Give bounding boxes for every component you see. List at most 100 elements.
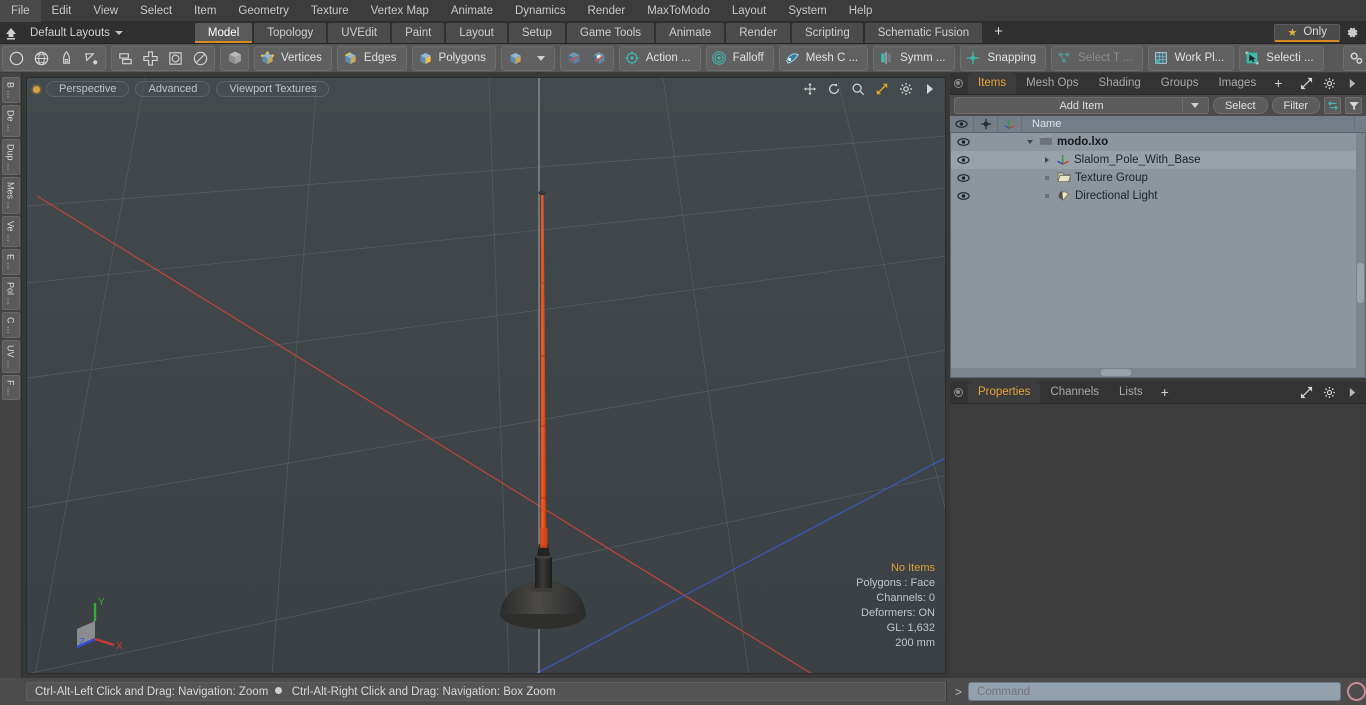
tab-properties[interactable]: Properties [968,382,1041,403]
expand-panel-icon[interactable] [1299,385,1314,400]
align-icon[interactable] [138,47,163,70]
selection-mode-edges[interactable]: Edges [336,45,407,71]
layout-tab-animate[interactable]: Animate [656,22,725,43]
layout-tab-scripting[interactable]: Scripting [791,22,863,43]
menu-item-help[interactable]: Help [838,0,884,22]
row-axis-toggle[interactable] [999,151,1023,169]
panel-menu-dot-icon[interactable] [954,79,963,88]
move-icon[interactable] [802,82,817,97]
rail-item-deform[interactable]: De ... [1,105,20,137]
menu-item-maxtomodo[interactable]: MaxToModo [636,0,721,22]
selection-mode-vertices[interactable]: Vertices [254,45,332,71]
scrollbar-thumb[interactable] [1101,369,1131,376]
table-row[interactable]: Directional Light [951,187,1365,205]
items-tree[interactable]: modo.lxo Slalom_Pole_With_Base Texture G… [950,133,1366,378]
items-tree-vertical-scrollbar[interactable] [1356,133,1365,377]
layout-tab-topology[interactable]: Topology [254,22,327,43]
row-lock-toggle[interactable] [975,169,999,187]
tab-lists[interactable]: Lists [1109,382,1153,403]
layout-tab-render[interactable]: Render [726,22,790,43]
rail-item-curve[interactable]: C ... [1,311,20,339]
pen-icon[interactable] [54,47,79,70]
chevron-down-icon[interactable] [1181,97,1208,114]
tab-channels[interactable]: Channels [1040,382,1109,403]
rotate-icon[interactable] [826,82,841,97]
tab-items[interactable]: Items [968,73,1017,94]
tab-groups[interactable]: Groups [1151,73,1209,94]
row-lock-toggle[interactable] [975,187,999,205]
menu-item-edit[interactable]: Edit [41,0,83,22]
row-lock-toggle[interactable] [975,151,999,169]
tool-selection-sets[interactable]: Selecti ... [1239,45,1324,71]
tool-select-through[interactable]: Select T ... [1051,45,1143,71]
items-tree-horizontal-scrollbar[interactable] [951,368,1365,377]
rail-item-edge[interactable]: E ... [1,248,20,275]
record-circle-icon[interactable] [1347,682,1366,701]
only-toggle-button[interactable]: ★ Only [1274,23,1340,42]
rail-item-mesh-edit[interactable]: Mes ... [1,177,20,215]
crosshair-icon[interactable] [974,115,998,133]
row-visibility-toggle[interactable] [951,133,975,151]
tab-mesh-ops[interactable]: Mesh Ops [1016,73,1088,94]
layout-tab-paint[interactable]: Paint [392,22,445,43]
globe-icon[interactable] [29,47,54,70]
select-button[interactable]: Select [1212,97,1268,114]
duplicate-icon[interactable] [113,47,138,70]
tool-falloff[interactable]: Falloff [705,45,774,71]
tool-snapping[interactable]: Snapping [960,45,1047,71]
home-up-icon[interactable] [0,22,22,44]
rail-item-polygon[interactable]: Pol ... [1,276,20,310]
panel-menu-dot-icon[interactable] [954,388,963,397]
menu-item-dynamics[interactable]: Dynamics [504,0,576,22]
funnel-icon[interactable] [1345,97,1362,114]
play-arrow-icon[interactable] [1345,76,1360,91]
viewport-shading-button[interactable]: Advanced [135,81,211,97]
viewport-textures-button[interactable]: Viewport Textures [216,81,330,97]
item-row-slalom-pole-with-base[interactable]: Slalom_Pole_With_Base [1023,153,1365,168]
rail-item-vertex[interactable]: Ve ... [1,216,20,247]
row-visibility-toggle[interactable] [951,151,975,169]
menu-item-texture[interactable]: Texture [300,0,360,22]
chevron-down-icon[interactable] [528,47,553,70]
item-row-texture-group[interactable]: Texture Group [1023,171,1365,186]
fit-icon[interactable] [874,82,889,97]
tool-kits[interactable]: Kits [1342,45,1366,71]
row-axis-toggle[interactable] [999,133,1023,151]
layout-tab-schematic-fusion[interactable]: Schematic Fusion [864,22,983,43]
materials-cube-icon[interactable] [503,47,528,70]
tab-shading[interactable]: Shading [1089,73,1151,94]
expander-down-icon[interactable] [1025,138,1035,146]
add-layout-tab-button[interactable]: + [984,23,1013,43]
layout-tab-uvedit[interactable]: UVEdit [328,22,391,43]
column-header-name[interactable]: Name [1022,118,1354,130]
selection-mode-polygons[interactable]: Polygons [411,45,496,71]
axis-icon[interactable] [998,115,1022,133]
expand-panel-icon[interactable] [1299,76,1314,91]
item-row-directional-light[interactable]: Directional Light [1023,189,1365,204]
row-visibility-toggle[interactable] [951,169,975,187]
gear-icon[interactable] [898,82,913,97]
axis-white-icon[interactable] [587,47,612,70]
table-row[interactable]: Slalom_Pole_With_Base [951,151,1365,169]
menu-item-render[interactable]: Render [576,0,636,22]
layout-tab-game-tools[interactable]: Game Tools [566,22,655,43]
play-arrow-icon[interactable] [922,82,937,97]
viewport-view-button[interactable]: Perspective [46,81,130,97]
add-panel-tab-button[interactable]: + [1266,73,1290,94]
tool-symmetry[interactable]: Symm ... [873,45,956,71]
default-layouts-menu[interactable]: Default Layouts [22,27,131,39]
framed-circle-icon[interactable] [163,47,188,70]
row-axis-toggle[interactable] [999,187,1023,205]
rail-item-basic[interactable]: B ... [1,77,20,104]
play-arrow-icon[interactable] [1345,385,1360,400]
gear-icon[interactable] [1344,25,1360,41]
sort-icon[interactable] [1324,97,1341,114]
scrollbar-thumb[interactable] [1357,263,1364,303]
row-axis-toggle[interactable] [999,169,1023,187]
tool-mesh-constraint[interactable]: Mesh C ... [778,45,869,71]
row-lock-toggle[interactable] [975,133,999,151]
row-visibility-toggle[interactable] [951,187,975,205]
rail-item-fur[interactable]: F ... [1,374,20,401]
circle-icon[interactable] [4,47,29,70]
layout-tab-layout[interactable]: Layout [446,22,507,43]
